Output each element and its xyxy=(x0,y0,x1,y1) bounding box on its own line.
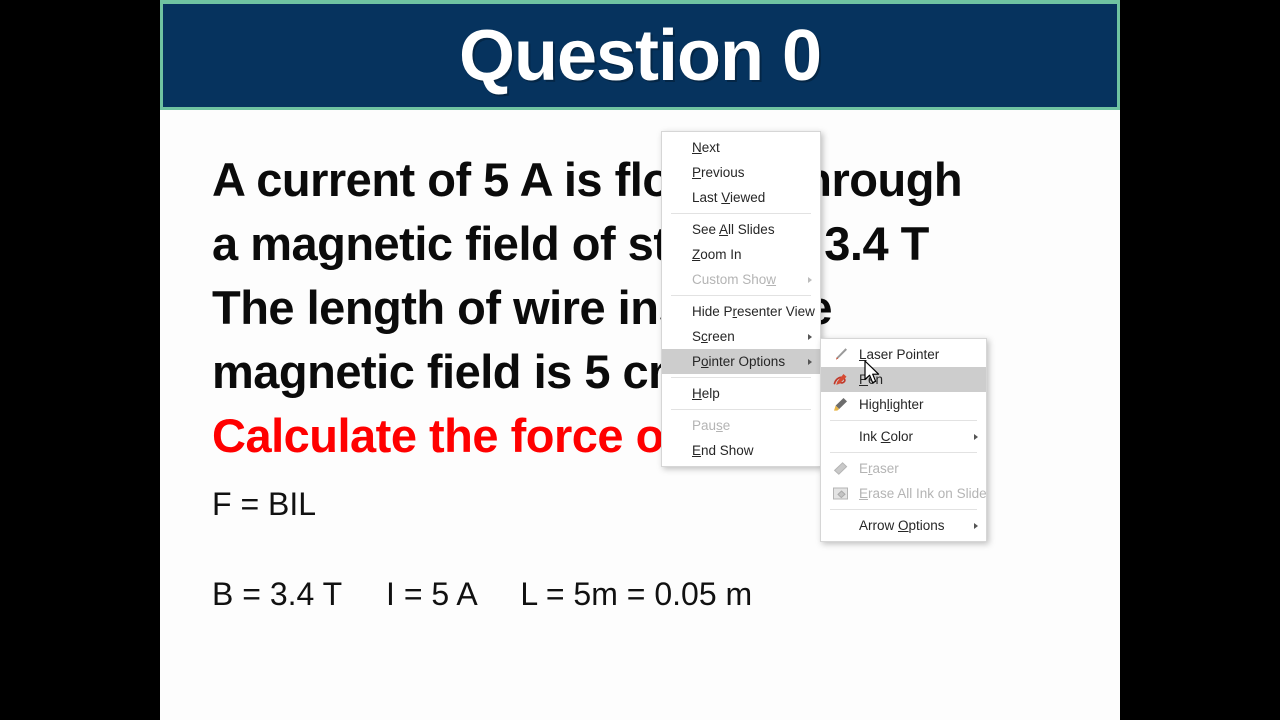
menu-item-label: See All Slides xyxy=(692,221,775,237)
pen-icon xyxy=(830,371,850,389)
submenu-chevron-right-icon xyxy=(974,433,978,440)
menu-separator xyxy=(830,420,977,421)
menu-item-next[interactable]: Next xyxy=(662,135,820,160)
menu-item-pointer-options[interactable]: Pointer Options xyxy=(662,349,820,374)
menu-separator xyxy=(671,213,811,214)
menu-item-pause: Pause xyxy=(662,413,820,438)
formula-line-1: F = BIL xyxy=(212,486,317,522)
menu-separator xyxy=(671,409,811,410)
menu-separator xyxy=(671,377,811,378)
menu-item-highlighter[interactable]: Highlighter xyxy=(821,392,986,417)
menu-item-label: Last Viewed xyxy=(692,189,766,205)
screen-root: Question 0 A current of 5 A is flowing t… xyxy=(0,0,1280,720)
menu-item-label: Screen xyxy=(692,328,735,344)
menu-item-zoom-in[interactable]: Zoom In xyxy=(662,242,820,267)
slide-title-bar: Question 0 xyxy=(160,0,1120,110)
menu-item-label: Previous xyxy=(692,164,745,180)
submenu-chevron-right-icon xyxy=(808,276,812,283)
menu-item-eraser: Eraser xyxy=(821,456,986,481)
menu-item-label: Pointer Options xyxy=(692,353,786,369)
menu-item-pen[interactable]: Pen xyxy=(821,367,986,392)
menu-item-hide-presenter-view[interactable]: Hide Presenter View xyxy=(662,299,820,324)
menu-item-label: Pen xyxy=(859,371,884,387)
menu-item-label: Laser Pointer xyxy=(859,346,940,362)
formula-line-2: B = 3.4 T I = 5 A L = 5m = 0.05 m xyxy=(212,576,753,612)
menu-item-screen[interactable]: Screen xyxy=(662,324,820,349)
menu-item-label: Next xyxy=(692,139,720,155)
menu-item-label: Arrow Options xyxy=(859,517,945,533)
submenu-chevron-right-icon xyxy=(808,333,812,340)
menu-separator xyxy=(830,509,977,510)
menu-item-erase-all-ink-on-slide: Erase All Ink on Slide xyxy=(821,481,987,506)
menu-item-end-show[interactable]: End Show xyxy=(662,438,820,463)
menu-item-label: Highlighter xyxy=(859,396,924,412)
menu-separator xyxy=(671,295,811,296)
menu-item-label: Erase All Ink on Slide xyxy=(859,485,987,501)
menu-item-label: Ink Color xyxy=(859,428,914,444)
menu-item-last-viewed[interactable]: Last Viewed xyxy=(662,185,820,210)
highlighter-icon xyxy=(830,396,850,414)
menu-item-custom-show: Custom Show xyxy=(662,267,820,292)
menu-item-see-all-slides[interactable]: See All Slides xyxy=(662,217,820,242)
erase-all-ink-icon xyxy=(830,485,850,503)
menu-item-label: Eraser xyxy=(859,460,899,476)
menu-item-arrow-options[interactable]: Arrow Options xyxy=(821,513,986,538)
page-title: Question 0 xyxy=(458,15,822,96)
menu-item-ink-color[interactable]: Ink Color xyxy=(821,424,986,449)
menu-item-label: Zoom In xyxy=(692,246,742,262)
menu-item-help[interactable]: Help xyxy=(662,381,820,406)
laser-pointer-icon xyxy=(830,346,850,364)
menu-item-label: End Show xyxy=(692,442,754,458)
eraser-icon xyxy=(830,460,850,478)
submenu-chevron-right-icon xyxy=(974,522,978,529)
menu-item-label: Custom Show xyxy=(692,271,777,287)
menu-separator xyxy=(830,452,977,453)
menu-item-laser-pointer[interactable]: Laser Pointer xyxy=(821,342,986,367)
submenu-chevron-right-icon xyxy=(808,358,812,365)
menu-item-previous[interactable]: Previous xyxy=(662,160,820,185)
pointer-options-submenu[interactable]: Laser Pointer Pen Highlighter Ink Color Eras… xyxy=(820,338,987,542)
menu-item-label: Hide Presenter View xyxy=(692,303,815,319)
menu-item-label: Pause xyxy=(692,417,731,433)
menu-item-label: Help xyxy=(692,385,720,401)
slideshow-context-menu[interactable]: Next Previous Last Viewed See All Slides Zoo… xyxy=(661,131,821,467)
